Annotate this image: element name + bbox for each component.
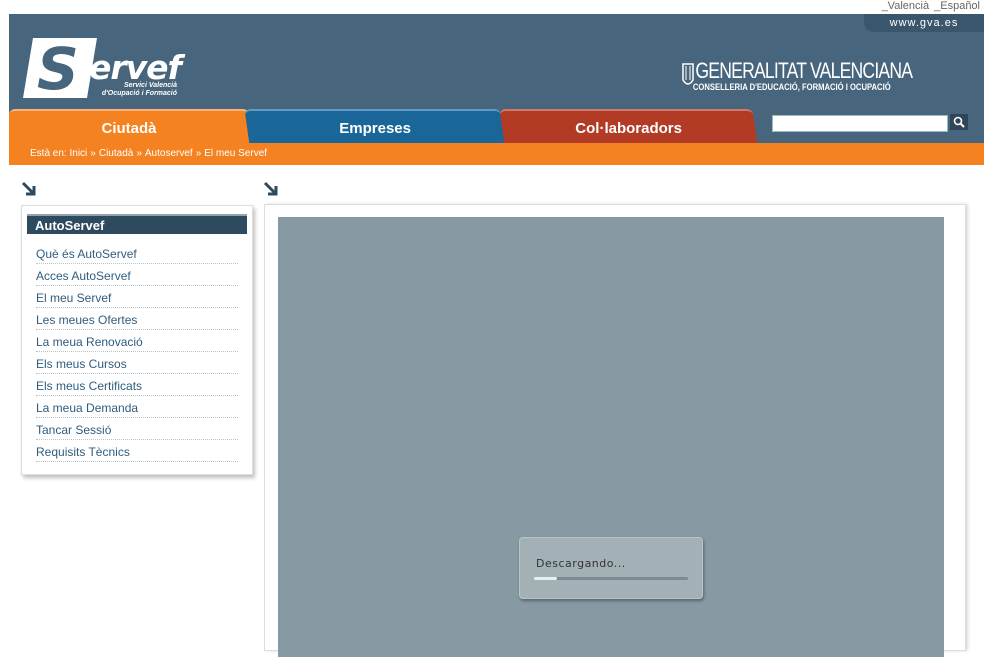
search-input[interactable] xyxy=(772,115,948,132)
tab-ciutada-label: Ciutadà xyxy=(101,120,157,137)
loading-progress-bar xyxy=(534,577,688,580)
applet-frame: Descargando... xyxy=(278,217,944,657)
loading-dialog: Descargando... xyxy=(519,537,703,599)
logo-subtitle: Servici Valencià d'Ocupació i Formació xyxy=(99,82,177,98)
lang-espanol-link[interactable]: _Español xyxy=(934,0,980,12)
breadcrumb-item-el-meu-servef[interactable]: El meu Servef xyxy=(204,148,267,159)
loading-text: Descargando... xyxy=(536,557,626,570)
tab-ciutada[interactable]: Ciutadà xyxy=(9,109,249,145)
lang-valencia-link[interactable]: _Valencià xyxy=(882,0,930,12)
breadcrumb-item-autoservef[interactable]: Autoservef xyxy=(145,148,193,159)
tab-col-laboradors-label: Col·laboradors xyxy=(575,120,683,137)
breadcrumb-separator: » xyxy=(195,148,202,159)
gva-link[interactable]: www.gva.es xyxy=(864,14,984,32)
breadcrumb-item-inici[interactable]: Inici xyxy=(69,148,87,159)
sidebar-item-el-meu-servef[interactable]: El meu Servef xyxy=(36,286,238,308)
tab-col-laboradors[interactable]: Col·laboradors xyxy=(499,109,758,145)
sidebar-item-requisits-tecnics[interactable]: Requisits Tècnics xyxy=(36,440,238,462)
site-header: www.gva.es S ervef Servici Valencià d'Oc… xyxy=(9,14,984,109)
logo-subtitle-line1: Servici Valencià xyxy=(123,82,177,89)
tab-empreses[interactable]: Empreses xyxy=(244,109,506,145)
sidebar: AutoServef Què és AutoServef Acces AutoS… xyxy=(21,205,253,475)
language-switch: _Valencià _Español xyxy=(880,0,980,12)
sidebar-menu: Què és AutoServef Acces AutoServef El me… xyxy=(36,242,238,462)
breadcrumb-separator: » xyxy=(136,148,142,159)
sidebar-item-acces-autoservef[interactable]: Acces AutoServef xyxy=(36,264,238,286)
breadcrumb-item-ciutada[interactable]: Ciutadà xyxy=(99,148,133,159)
generalitat-logo[interactable]: GENERALITAT VALENCIANA CONSELLERIA D'EDU… xyxy=(681,60,970,92)
arrow-down-right-icon xyxy=(263,181,278,196)
tab-empreses-label: Empreses xyxy=(339,120,412,137)
logo-letter: S xyxy=(37,35,79,102)
sidebar-item-les-meues-ofertes[interactable]: Les meues Ofertes xyxy=(36,308,238,330)
arrow-down-right-icon xyxy=(21,181,36,196)
logo-subtitle-line2: d'Ocupació i Formació xyxy=(101,90,177,97)
main-nav: Ciutadà Empreses Col·laboradors xyxy=(9,109,984,145)
sidebar-item-els-meus-cursos[interactable]: Els meus Cursos xyxy=(36,352,238,374)
breadcrumb: Està en: Inici» Ciutadà» Autoservef» El meu… xyxy=(9,143,984,165)
sidebar-item-els-meus-certificats[interactable]: Els meus Certificats xyxy=(36,374,238,396)
loading-progress-fill xyxy=(534,577,558,580)
breadcrumb-prefix: Està en: xyxy=(30,148,67,159)
gv-title: GENERALITAT VALENCIANA xyxy=(695,58,913,83)
sidebar-item-la-meua-renovacio[interactable]: La meua Renovació xyxy=(36,330,238,352)
sidebar-item-que-es-autoservef[interactable]: Què és AutoServef xyxy=(36,242,238,264)
sidebar-item-tancar-sessio[interactable]: Tancar Sessió xyxy=(36,418,238,440)
gv-subtitle: CONSELLERIA D'EDUCACIÓ, FORMACIÓ I OCUPA… xyxy=(692,82,891,92)
main-content: Descargando... xyxy=(264,204,966,657)
sidebar-item-la-meua-demanda[interactable]: La meua Demanda xyxy=(36,396,238,418)
search-icon[interactable] xyxy=(950,114,968,130)
sidebar-title: AutoServef xyxy=(27,214,247,234)
breadcrumb-separator: » xyxy=(90,148,96,159)
